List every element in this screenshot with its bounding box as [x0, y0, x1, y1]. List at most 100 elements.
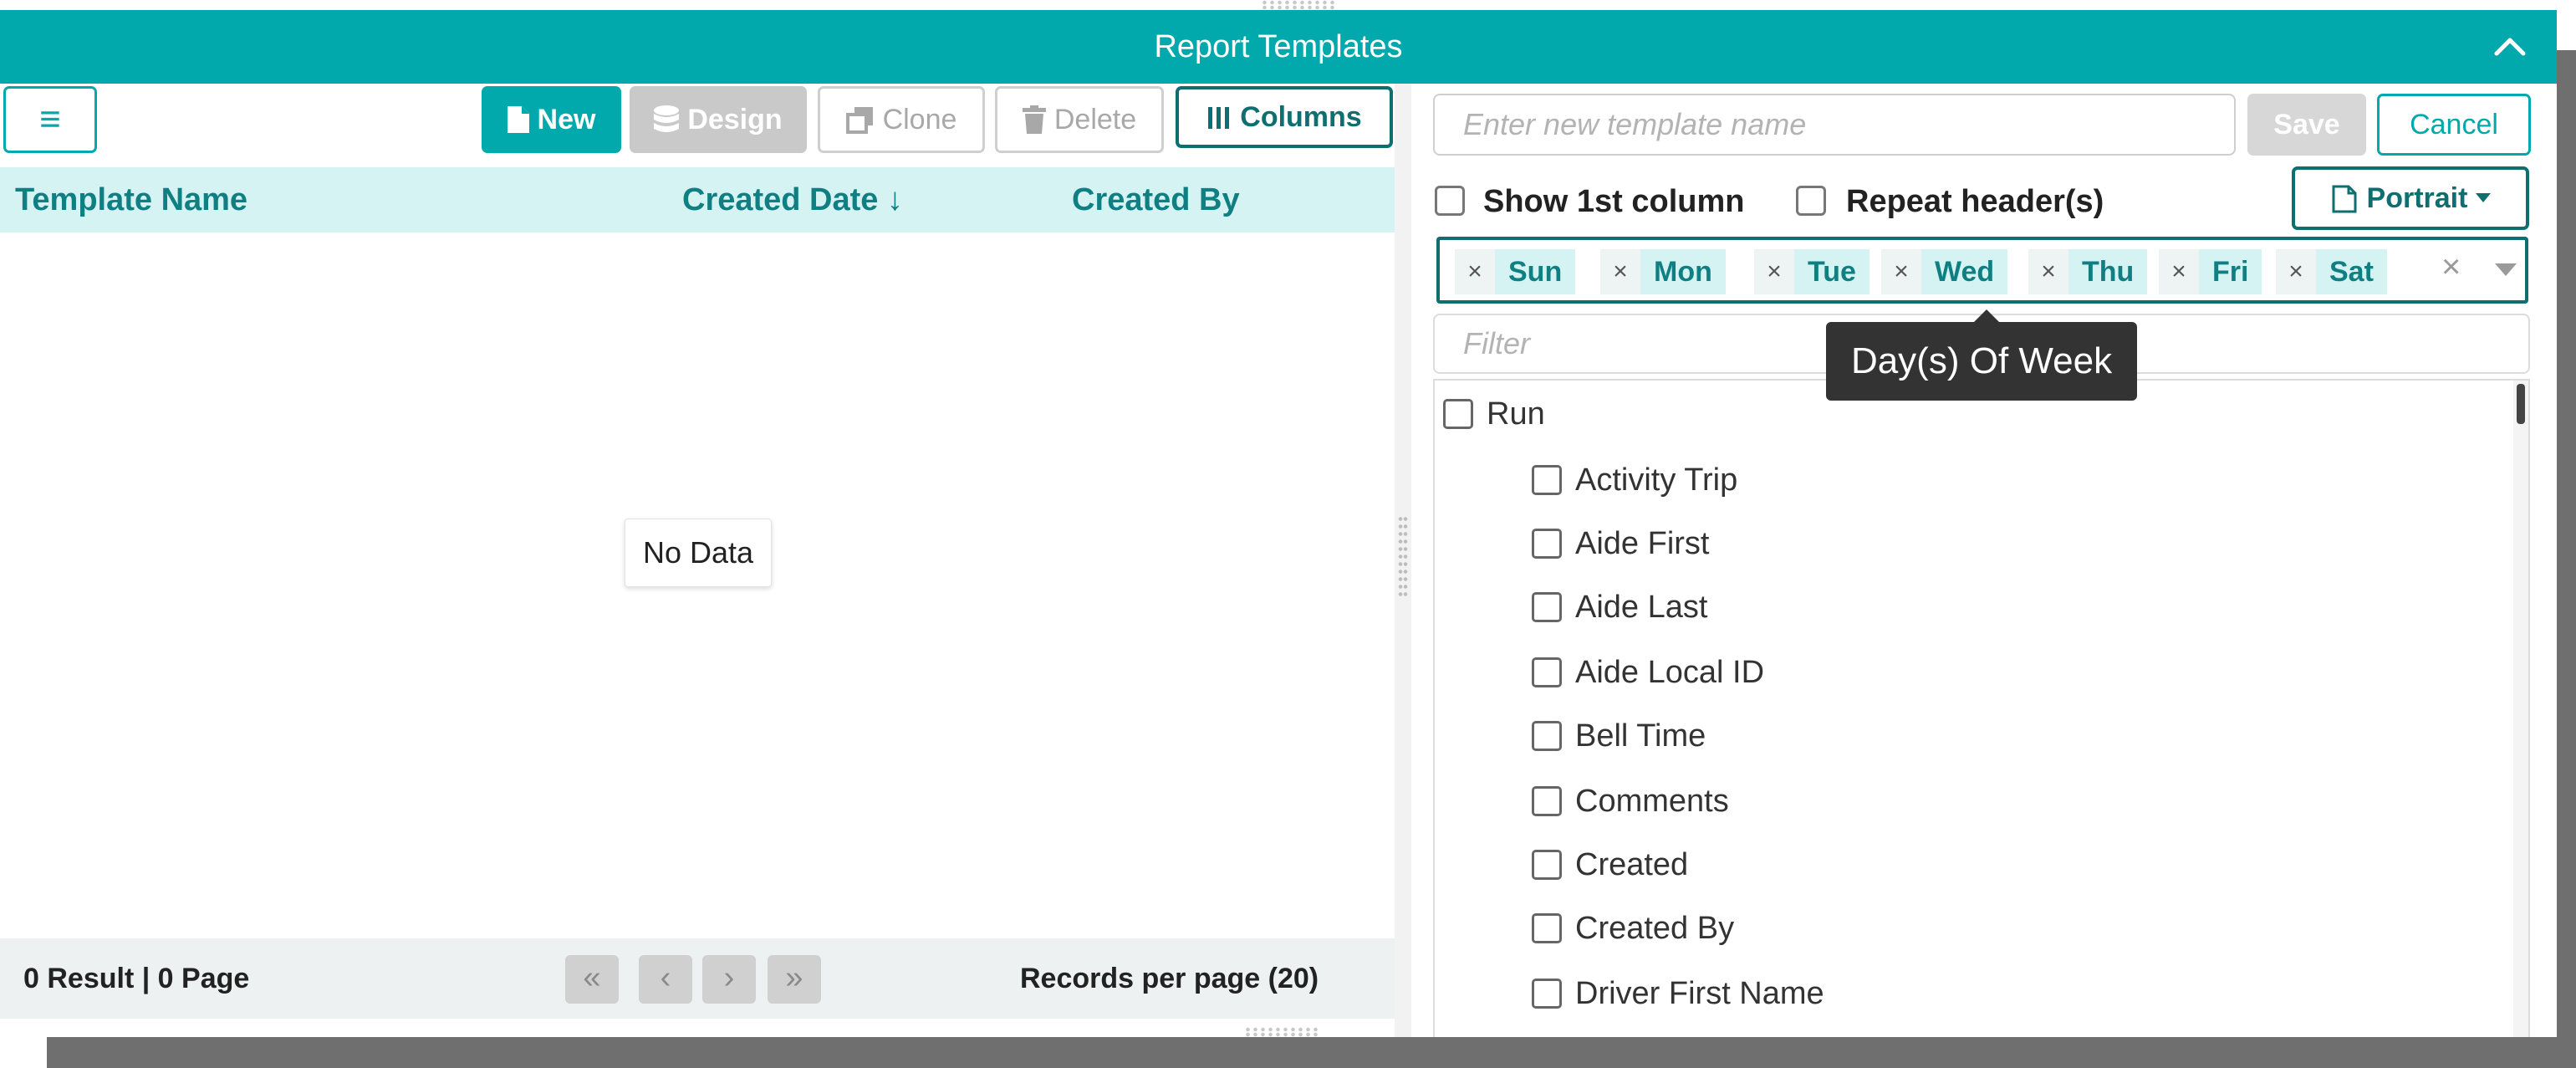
repeat-headers-label: Repeat header(s) — [1846, 184, 2104, 219]
field-checkbox[interactable] — [1532, 786, 1562, 816]
field-label: Created — [1575, 846, 1689, 882]
field-checkbox[interactable] — [1532, 850, 1562, 880]
menu-button[interactable]: ≡ — [3, 86, 97, 153]
column-header-created-by[interactable]: Created By — [1072, 167, 1240, 233]
field-checkbox[interactable] — [1532, 592, 1562, 622]
days-tooltip: Day(s) Of Week — [1826, 309, 2137, 401]
field-checkbox[interactable] — [1532, 529, 1562, 559]
dropdown-caret-icon[interactable] — [2495, 263, 2517, 276]
list-item[interactable]: Driver First Name — [1532, 968, 1824, 1019]
collapse-chevron-icon[interactable] — [2492, 28, 2528, 65]
field-checkbox[interactable] — [1443, 399, 1473, 429]
trash-icon — [1022, 105, 1046, 134]
list-item[interactable]: Bell Time — [1532, 711, 1706, 761]
field-label: Aide Last — [1575, 589, 1708, 625]
field-label: Aide Local ID — [1575, 654, 1765, 690]
file-icon — [507, 106, 529, 133]
records-per-page[interactable]: Records per page (20) — [1020, 938, 1319, 1019]
scrollbar[interactable] — [2513, 381, 2528, 1037]
column-header-created-date[interactable]: Created Date ↓ — [682, 167, 903, 233]
day-chip-label: Fri — [2199, 249, 2262, 294]
day-chip-sat: × Sat — [2276, 249, 2387, 294]
save-button[interactable]: Save — [2247, 94, 2366, 156]
hamburger-icon: ≡ — [39, 99, 61, 140]
clone-button[interactable]: Clone — [818, 86, 985, 153]
field-checkbox[interactable] — [1532, 657, 1562, 687]
remove-chip-icon[interactable]: × — [1881, 249, 1921, 294]
columns-icon — [1208, 107, 1230, 129]
field-checkbox[interactable] — [1532, 979, 1562, 1009]
column-header-template-name[interactable]: Template Name — [15, 167, 247, 233]
remove-chip-icon[interactable]: × — [1754, 249, 1794, 294]
list-item[interactable]: Activity Trip — [1532, 455, 1737, 505]
field-checkbox[interactable] — [1532, 913, 1562, 943]
divider-grip[interactable] — [1398, 515, 1408, 599]
field-label: Driver First Name — [1575, 975, 1824, 1011]
delete-label: Delete — [1053, 103, 1137, 135]
field-label: Bell Time — [1575, 718, 1706, 754]
field-group-label: Run — [1487, 396, 1545, 432]
list-item[interactable]: Created By — [1532, 903, 1734, 953]
remove-chip-icon[interactable]: × — [1455, 249, 1495, 294]
field-checkbox[interactable] — [1532, 465, 1562, 495]
prev-page-icon[interactable]: ‹ — [639, 955, 692, 1004]
resize-handle-bottom[interactable] — [1244, 1027, 1318, 1037]
scrollbar-thumb[interactable] — [2517, 384, 2525, 424]
new-label: New — [537, 103, 596, 135]
report-templates-panel: Report Templates ≡ New Design Clone Dele… — [0, 10, 2557, 1037]
no-data-message: No Data — [625, 519, 772, 587]
remove-chip-icon[interactable]: × — [1600, 249, 1640, 294]
delete-button[interactable]: Delete — [995, 86, 1164, 153]
orientation-label: Portrait — [2366, 181, 2468, 214]
orientation-dropdown[interactable]: Portrait — [2292, 166, 2529, 230]
day-chip-mon: × Mon — [1600, 249, 1726, 294]
field-checkbox[interactable] — [1532, 721, 1562, 751]
created-date-label: Created Date — [682, 182, 879, 217]
show-first-column-checkbox[interactable] — [1435, 186, 1465, 216]
caret-down-icon — [2476, 193, 2492, 202]
clear-all-icon[interactable]: × — [2441, 248, 2461, 286]
list-item[interactable]: Comments — [1532, 776, 1729, 826]
new-button[interactable]: New — [482, 86, 621, 153]
field-label: Comments — [1575, 783, 1729, 819]
window-title: Report Templates — [1154, 29, 1403, 64]
tooltip-arrow — [1973, 309, 2000, 323]
remove-chip-icon[interactable]: × — [2159, 249, 2199, 294]
first-page-icon[interactable]: « — [565, 955, 619, 1004]
list-item[interactable]: Aide Local ID — [1532, 647, 1764, 698]
design-label: Design — [687, 103, 783, 135]
list-item[interactable]: Created — [1532, 840, 1688, 890]
page-icon — [2332, 185, 2357, 213]
remove-chip-icon[interactable]: × — [2028, 249, 2068, 294]
day-chip-label: Sun — [1495, 249, 1576, 294]
day-chip-label: Wed — [1921, 249, 2008, 294]
sort-down-arrow-icon: ↓ — [886, 182, 903, 217]
next-page-icon[interactable]: › — [702, 955, 756, 1004]
backdrop-shadow — [47, 1037, 2576, 1068]
tooltip-text: Day(s) Of Week — [1850, 340, 2113, 381]
days-of-week-multiselect[interactable]: × Sun × Mon × Tue × Wed × Thu × Fri × Sat × — [1436, 237, 2528, 304]
remove-chip-icon[interactable]: × — [2276, 249, 2316, 294]
list-item[interactable]: Aide Last — [1532, 582, 1707, 632]
last-page-icon[interactable]: » — [768, 955, 821, 1004]
cancel-button[interactable]: Cancel — [2377, 94, 2531, 156]
day-chip-label: Mon — [1640, 249, 1726, 294]
day-chip-wed: × Wed — [1881, 249, 2008, 294]
repeat-headers-checkbox[interactable] — [1796, 186, 1826, 216]
list-item[interactable]: Aide First — [1532, 519, 1709, 569]
list-item[interactable]: Run — [1443, 389, 1545, 439]
day-chip-label: Sat — [2316, 249, 2387, 294]
template-editor-pane: Save Cancel Show 1st column Repeat heade… — [1411, 84, 2557, 1037]
day-chip-tue: × Tue — [1754, 249, 1870, 294]
day-chip-label: Thu — [2068, 249, 2148, 294]
pager-footer: 0 Result | 0 Page « ‹ › » Records per pa… — [0, 938, 1395, 1019]
field-label: Created By — [1575, 910, 1735, 946]
columns-label: Columns — [1240, 100, 1362, 133]
resize-handle-top[interactable] — [1261, 0, 1334, 10]
columns-button[interactable]: Columns — [1176, 86, 1393, 148]
grid-header: Template Name Created Date ↓ Created By — [0, 167, 1395, 233]
database-icon — [654, 105, 680, 132]
template-name-input[interactable] — [1433, 94, 2236, 156]
design-button[interactable]: Design — [630, 86, 807, 153]
result-count: 0 Result | 0 Page — [23, 963, 250, 994]
